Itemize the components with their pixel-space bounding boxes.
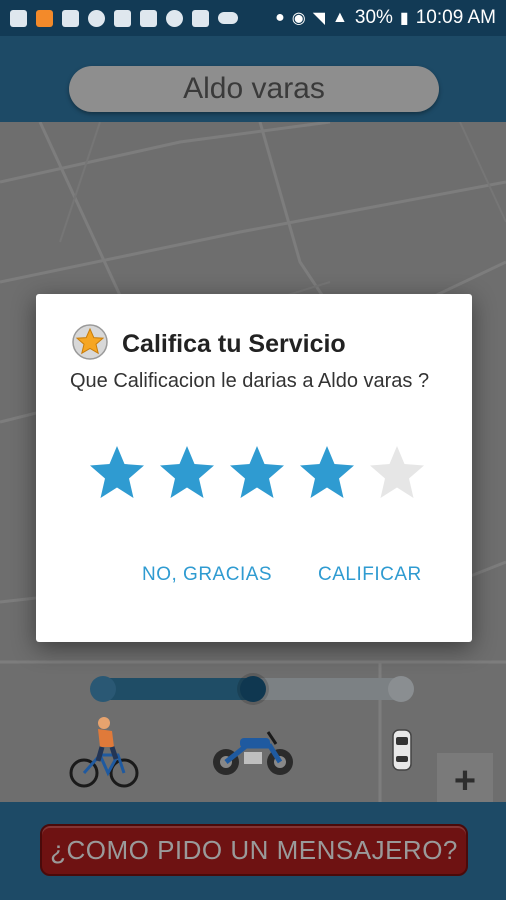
app-screen: ● ◉ ◥ ▲ 30% ▮ 10:09 AM Aldo varas + ¿COM… [0,0,506,900]
dialog-actions: NO, GRACIAS CALIFICAR [36,564,472,594]
motorcycle-icon[interactable] [210,728,298,783]
cloud-icon [218,12,238,24]
car-icon[interactable] [390,728,414,777]
app-icon [88,9,105,27]
notification-icons [10,9,238,27]
location-icon: ● [275,9,285,26]
battery-percent: 30% [354,7,393,28]
rating-star-2[interactable] [158,444,216,502]
bottom-bar: ¿COMO PIDO UN MENSAJERO? [0,802,506,900]
rating-star-3[interactable] [228,444,286,502]
mail-icon [62,9,79,27]
instagram-icon [166,9,183,27]
wifi-icon: ◥ [312,10,326,27]
zoom-in-button[interactable]: + [437,753,493,809]
rating-dialog: Califica tu Servicio Que Calificacion le… [36,294,472,642]
slider-thumb[interactable] [240,676,266,702]
app-header: Aldo varas [0,36,506,122]
slider-stop-bicycle[interactable] [90,676,116,702]
rating-star-5[interactable] [368,444,426,502]
star-badge-icon [72,324,108,365]
bicycle-icon[interactable] [68,715,140,794]
app-icon [36,9,53,27]
gallery-icon [10,9,27,27]
rating-stars [88,444,426,502]
system-status: ● ◉ ◥ ▲ 30% ▮ 10:09 AM [275,7,496,29]
signal-icon: ▲ [332,9,348,26]
courier-name: Aldo varas [69,66,439,112]
battery-icon: ▮ [399,10,409,27]
dialog-header: Califica tu Servicio [72,324,346,365]
dialog-message: Que Calificacion le darias a Aldo varas … [70,370,430,392]
slider-stop-car[interactable] [388,676,414,702]
clock: 10:09 AM [415,7,496,28]
image-icon [140,9,157,27]
dialog-title: Califica tu Servicio [122,330,346,358]
rx-icon [192,9,209,27]
no-thanks-button[interactable]: NO, GRACIAS [142,564,272,586]
rating-star-1[interactable] [88,444,146,502]
how-to-order-button[interactable]: ¿COMO PIDO UN MENSAJERO? [40,824,468,876]
rate-button[interactable]: CALIFICAR [318,564,422,586]
status-bar: ● ◉ ◥ ▲ 30% ▮ 10:09 AM [0,0,506,36]
rating-star-4[interactable] [298,444,356,502]
alarm-icon: ◉ [291,10,306,27]
photo-icon [114,9,131,27]
